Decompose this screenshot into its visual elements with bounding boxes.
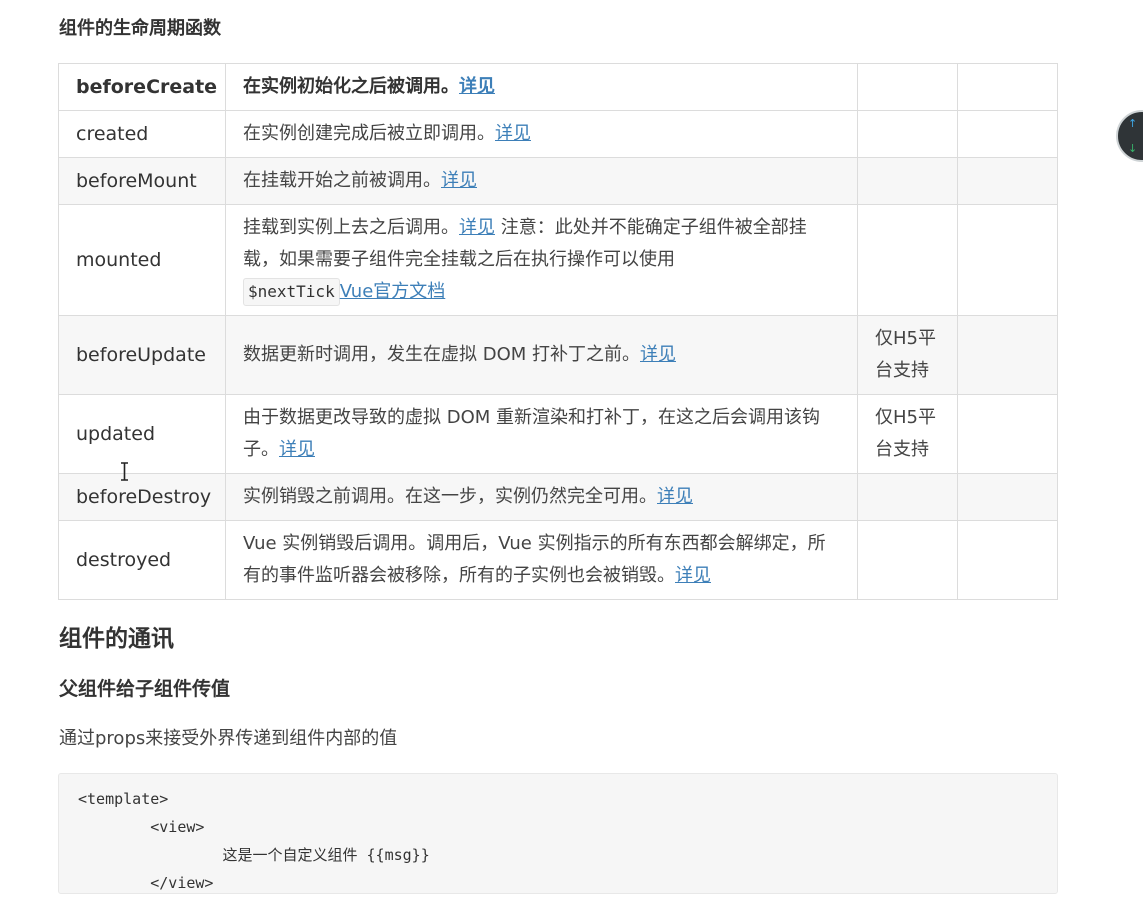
details-link[interactable]: 详见 <box>675 565 711 586</box>
hook-description: 在实例初始化之后被调用。详见 <box>225 63 858 111</box>
code-line: <view> <box>78 818 205 836</box>
text-cursor-icon <box>121 462 128 481</box>
hook-name: mounted <box>58 204 226 316</box>
table-row: beforeUpdate 数据更新时调用，发生在虚拟 DOM 打补丁之前。详见 … <box>58 315 1058 395</box>
hook-description: Vue 实例销毁后调用。调用后，Vue 实例指示的所有东西都会解绑定，所有的事件… <box>225 520 858 600</box>
table-row: created 在实例创建完成后被立即调用。详见 <box>58 110 1058 158</box>
hook-description: 挂载到实例上去之后调用。详见 注意：此处并不能确定子组件被全部挂载，如果需要子组… <box>225 204 858 316</box>
extra-cell <box>957 204 1058 316</box>
table-row: updated 由于数据更改导致的虚拟 DOM 重新渲染和打补丁，在这之后会调用… <box>58 394 1058 474</box>
platform-cell <box>857 520 958 600</box>
code-line: 这是一个自定义组件 {{msg}} <box>78 846 430 864</box>
description-text: Vue 实例销毁后调用。调用后，Vue 实例指示的所有东西都会解绑定，所有的事件… <box>243 533 826 586</box>
extra-cell <box>957 110 1058 158</box>
description-text: 在实例创建完成后被立即调用。 <box>243 123 495 144</box>
inline-code: $nextTick <box>243 278 340 306</box>
props-paragraph: 通过props来接受外界传递到组件内部的值 <box>59 728 398 749</box>
hook-description: 实例销毁之前调用。在这一步，实例仍然完全可用。详见 <box>225 473 858 521</box>
details-link[interactable]: 详见 <box>441 170 477 191</box>
platform-cell <box>857 204 958 316</box>
lifecycle-heading: 组件的生命周期函数 <box>59 18 221 39</box>
details-link[interactable]: 详见 <box>657 486 693 507</box>
table-row: destroyed Vue 实例销毁后调用。调用后，Vue 实例指示的所有东西都… <box>58 520 1058 600</box>
table-row: mounted 挂载到实例上去之后调用。详见 注意：此处并不能确定子组件被全部挂… <box>58 204 1058 316</box>
arrow-down-icon[interactable]: ↓ <box>1128 143 1137 154</box>
parent-to-child-heading: 父组件给子组件传值 <box>59 678 231 700</box>
extra-cell <box>957 394 1058 474</box>
hook-description: 在挂载开始之前被调用。详见 <box>225 157 858 205</box>
description-text: 在实例初始化之后被调用。 <box>243 76 459 97</box>
hook-name: beforeCreate <box>58 63 226 111</box>
extra-cell <box>957 157 1058 205</box>
hook-name: updated <box>58 394 226 474</box>
description-text: 实例销毁之前调用。在这一步，实例仍然完全可用。 <box>243 486 657 507</box>
details-link[interactable]: 详见 <box>459 76 495 97</box>
arrow-up-icon[interactable]: ↑ <box>1128 118 1137 129</box>
table-row: beforeCreate 在实例初始化之后被调用。详见 <box>58 63 1058 111</box>
description-text: 在挂载开始之前被调用。 <box>243 170 441 191</box>
platform-cell <box>857 473 958 521</box>
code-line: <template> <box>78 790 169 808</box>
extra-cell <box>957 63 1058 111</box>
description-text: 由于数据更改导致的虚拟 DOM 重新渲染和打补丁，在这之后会调用该钩子。 <box>243 407 820 460</box>
code-line: </view> <box>78 874 214 892</box>
vue-docs-link[interactable]: Vue官方文档 <box>340 281 446 302</box>
hook-name: created <box>58 110 226 158</box>
scroll-nav-widget[interactable]: ↑ ↓ <box>1116 110 1143 162</box>
details-link[interactable]: 详见 <box>640 344 676 365</box>
description-text: 数据更新时调用，发生在虚拟 DOM 打补丁之前。 <box>243 344 640 365</box>
hook-name: destroyed <box>58 520 226 600</box>
hook-name: beforeDestroy <box>58 473 226 521</box>
code-block: <template> <view> 这是一个自定义组件 {{msg}} </vi… <box>58 773 1058 894</box>
hook-description: 数据更新时调用，发生在虚拟 DOM 打补丁之前。详见 <box>225 315 858 395</box>
lifecycle-table: beforeCreate 在实例初始化之后被调用。详见 created 在实例创… <box>58 63 1058 600</box>
platform-cell <box>857 157 958 205</box>
table-row: beforeDestroy 实例销毁之前调用。在这一步，实例仍然完全可用。详见 <box>58 473 1058 521</box>
table-row: beforeMount 在挂载开始之前被调用。详见 <box>58 157 1058 205</box>
platform-cell: 仅H5平台支持 <box>857 315 958 395</box>
details-link[interactable]: 详见 <box>495 123 531 144</box>
extra-cell <box>957 520 1058 600</box>
extra-cell <box>957 473 1058 521</box>
hook-name: beforeUpdate <box>58 315 226 395</box>
description-text: 挂载到实例上去之后调用。 <box>243 217 459 238</box>
details-link[interactable]: 详见 <box>459 217 495 238</box>
page: 组件的生命周期函数 beforeCreate 在实例初始化之后被调用。详见 cr… <box>0 0 1143 920</box>
hook-name: beforeMount <box>58 157 226 205</box>
platform-cell <box>857 110 958 158</box>
hook-description: 在实例创建完成后被立即调用。详见 <box>225 110 858 158</box>
hook-description: 由于数据更改导致的虚拟 DOM 重新渲染和打补丁，在这之后会调用该钩子。详见 <box>225 394 858 474</box>
extra-cell <box>957 315 1058 395</box>
communication-heading: 组件的通讯 <box>59 626 174 652</box>
platform-cell: 仅H5平台支持 <box>857 394 958 474</box>
platform-cell <box>857 63 958 111</box>
details-link[interactable]: 详见 <box>279 439 315 460</box>
